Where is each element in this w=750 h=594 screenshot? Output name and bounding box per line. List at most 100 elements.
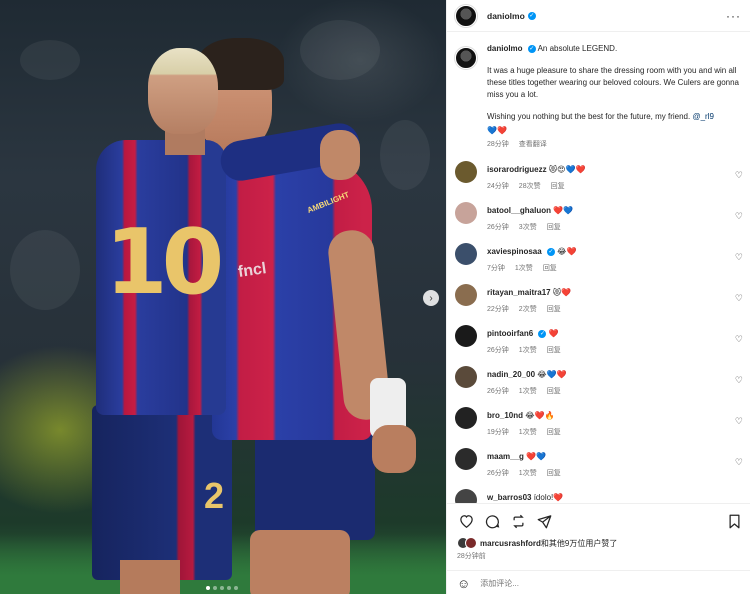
author-username[interactable]: daniolmo [487,11,525,21]
avatar[interactable] [455,243,477,265]
avatar[interactable] [455,489,477,503]
comment-time: 26分钟 [487,347,509,354]
repost-icon[interactable] [509,512,527,530]
bookmark-icon[interactable] [725,512,743,530]
next-image-button[interactable]: › [423,290,439,306]
comment-text: ❤️ [548,329,559,338]
jersey-number: 10 [105,210,224,315]
player1-hand [320,130,360,180]
avatar[interactable] [455,325,477,347]
caption-time: 28分钟 [487,141,509,148]
caption-username[interactable]: daniolmo [487,44,523,53]
avatar[interactable] [455,161,477,183]
carousel-dot [234,586,238,590]
comment-text: 😂❤️🔥 [525,411,555,420]
see-translation-link[interactable]: 查看翻译 [519,139,547,151]
mention-link[interactable]: @_rl9 [692,112,713,121]
caption-emojis: 💙❤️ [487,126,507,135]
comment-text: 😂❤️ [557,247,577,256]
comment-username[interactable]: xaviespinosaa [487,247,542,256]
post-caption: daniolmo ✓ An absolute LEGEND. It was a … [447,33,750,151]
comment-text: 😂💙❤️ [537,370,567,379]
comment-username[interactable]: ritayan_maitra17 [487,288,551,297]
avatar[interactable] [455,202,477,224]
comment-likes[interactable]: 1次赞 [515,263,533,273]
verified-badge-icon: ✓ [527,11,536,20]
reply-button[interactable]: 回复 [547,468,561,478]
player1-head [148,48,218,134]
comment-text: ❤️💙 [553,206,574,215]
heart-icon[interactable]: ♡ [735,170,743,181]
comment-likes[interactable]: 28次赞 [519,181,541,191]
reply-button[interactable]: 回复 [547,386,561,396]
player2-hand [372,425,416,473]
comment-time: 7分钟 [487,265,505,272]
send-icon[interactable] [535,512,553,530]
more-horizontal-icon[interactable]: ··· [726,9,741,23]
reply-button[interactable]: 回复 [551,181,565,191]
comment-likes[interactable]: 1次赞 [519,427,537,437]
comments-scroll[interactable]: daniolmo ✓ An absolute LEGEND. It was a … [447,33,750,503]
crowd-blur [20,40,80,80]
avatar[interactable] [455,366,477,388]
carousel-dot [227,586,231,590]
caption-paragraph: It was a huge pleasure to share the dres… [487,66,739,99]
crowd-blur [10,230,80,310]
comment-username[interactable]: batool__ghaluon [487,206,551,215]
comment-username[interactable]: maam__g [487,452,524,461]
comment-text: ídolo!❤️ [533,493,564,502]
heart-icon[interactable]: ♡ [735,211,743,222]
comment-likes[interactable]: 1次赞 [519,468,537,478]
reply-button[interactable]: 回复 [547,304,561,314]
avatar[interactable] [455,284,477,306]
avatar[interactable] [455,448,477,470]
liked-by-user[interactable]: marcusrashford [480,539,541,548]
post-date: 28分钟前 [457,553,486,560]
heart-icon[interactable]: ♡ [735,293,743,304]
comment-username[interactable]: isorarodriguezz [487,165,547,174]
chevron-right-icon: › [429,292,433,304]
comment-input[interactable] [480,578,701,588]
comment-username[interactable]: pintooirfan6 [487,329,533,338]
avatar[interactable] [455,407,477,429]
reply-button[interactable]: 回复 [547,222,561,232]
heart-icon[interactable]: ♡ [735,457,743,468]
comment-icon[interactable] [483,512,501,530]
comment-username[interactable]: nadin_20_00 [487,370,535,379]
comment-username[interactable]: bro_10nd [487,411,523,420]
comment-likes[interactable]: 1次赞 [519,345,537,355]
comment-time: 24分钟 [487,183,509,190]
heart-icon[interactable]: ♡ [735,334,743,345]
verified-badge-icon: ✓ [527,44,536,53]
comment-likes[interactable]: 3次赞 [519,222,537,232]
emoji-icon[interactable]: ☺ [457,576,470,591]
reply-button[interactable]: 回复 [547,427,561,437]
carousel-dot [213,586,217,590]
heart-icon[interactable]: ♡ [735,416,743,427]
heart-icon[interactable]: ♡ [735,252,743,263]
comment-time: 26分钟 [487,224,509,231]
comment-likes[interactable]: 2次赞 [519,304,537,314]
avatar[interactable] [455,47,477,69]
reply-button[interactable]: 回复 [543,263,557,273]
comment-text: 😻❤️ [552,288,572,297]
avatar[interactable] [455,4,477,27]
comment-time: 19分钟 [487,429,509,436]
comment-row: isorarodriguezz 😻😍💙❤️ 24分钟 28次赞 回复 ♡ [447,161,750,202]
verified-badge-icon: ✓ [546,247,555,256]
comment-likes[interactable]: 1次赞 [519,386,537,396]
shorts-number: 2 [204,475,225,516]
heart-icon[interactable] [457,512,475,530]
comment-row: batool__ghaluon ❤️💙 26分钟 3次赞 回复 ♡ [447,202,750,243]
likes-summary[interactable]: marcusrashford和其他9万位用户赞了 [457,537,617,549]
comment-time: 22分钟 [487,306,509,313]
carousel-dots [206,586,238,590]
reply-button[interactable]: 回复 [547,345,561,355]
comment-username[interactable]: w_barros03 [487,493,531,502]
comment-row: w_barros03 ídolo!❤️ [447,489,750,503]
comment-row: maam__g ❤️💙 26分钟 1次赞 回复 ♡ [447,448,750,489]
post-photo[interactable]: 2 fncl AMBILIGHT 10 › [0,0,446,594]
heart-icon[interactable]: ♡ [735,375,743,386]
comment-row: nadin_20_00 😂💙❤️ 26分钟 1次赞 回复 ♡ [447,366,750,407]
comment-row: ritayan_maitra17 😻❤️ 22分钟 2次赞 回复 ♡ [447,284,750,325]
